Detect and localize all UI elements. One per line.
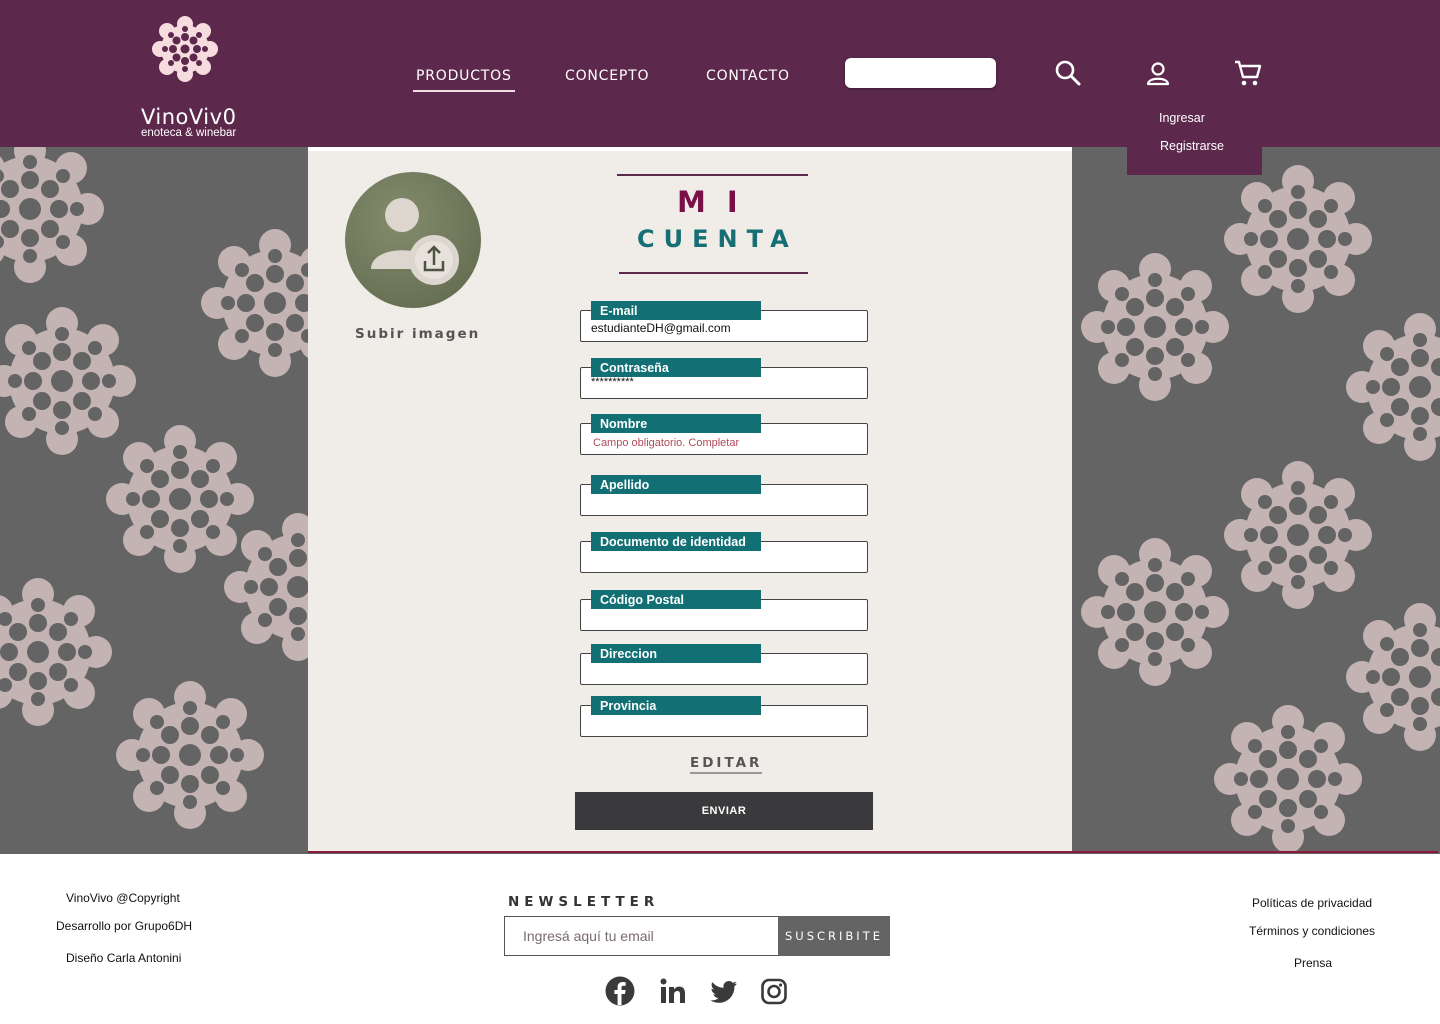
newsletter-email-input[interactable]: [504, 916, 780, 956]
nombre-label: Nombre: [591, 414, 761, 433]
documento-label: Documento de identidad: [591, 532, 761, 551]
user-dropdown-menu: Ingresar Registrarse: [1127, 100, 1262, 175]
email-label: E-mail: [591, 301, 761, 320]
nombre-field[interactable]: Nombre Campo obligatorio. Completar: [580, 414, 868, 455]
codigo-postal-field[interactable]: Código Postal: [580, 590, 868, 631]
title-top-line: [617, 174, 808, 176]
search-input[interactable]: [845, 58, 996, 88]
apellido-field[interactable]: Apellido: [580, 475, 868, 516]
password-value: **********: [591, 376, 634, 388]
submit-button[interactable]: ENVIAR: [575, 792, 873, 830]
apellido-label: Apellido: [591, 475, 761, 494]
account-card: Subir imagen MI CUENTA E-mail estudiante…: [308, 147, 1072, 852]
linkedin-icon[interactable]: [659, 976, 687, 1006]
site-footer: VinoVivo @Copyright Desarrollo por Grupo…: [0, 854, 1440, 1024]
twitter-icon[interactable]: [710, 976, 738, 1006]
direccion-field[interactable]: Direccion: [580, 644, 868, 685]
password-field[interactable]: Contraseña **********: [580, 358, 868, 399]
documento-field[interactable]: Documento de identidad: [580, 532, 868, 573]
nav-contacto[interactable]: CONTACTO: [706, 68, 790, 84]
edit-button[interactable]: EDITAR: [690, 755, 763, 774]
card-bottom-border: [308, 851, 1438, 853]
footer-copyright: VinoVivo @Copyright: [66, 891, 180, 905]
newsletter-title: NEWSLETTER: [508, 894, 660, 910]
nombre-error-message: Campo obligatorio. Completar: [593, 437, 740, 449]
footer-terms-link[interactable]: Términos y condiciones: [1249, 924, 1375, 938]
menu-item-registrarse[interactable]: Registrarse: [1160, 139, 1224, 153]
cart-icon[interactable]: [1233, 59, 1263, 87]
nav-productos[interactable]: PRODUCTOS: [413, 68, 515, 92]
facebook-icon[interactable]: [605, 976, 635, 1006]
site-logo[interactable]: VinoViv0 enoteca & winebar: [140, 16, 240, 139]
provincia-field[interactable]: Provincia: [580, 696, 868, 737]
direccion-label: Direccion: [591, 644, 761, 663]
email-field[interactable]: E-mail estudianteDH@gmail.com: [580, 301, 868, 342]
page-title-line2: CUENTA: [637, 225, 798, 253]
codigo-postal-label: Código Postal: [591, 590, 761, 609]
title-bottom-line: [619, 272, 808, 274]
page-title-line1: MI: [677, 185, 759, 219]
card-top-border: [308, 147, 1072, 151]
user-icon[interactable]: [1145, 60, 1171, 88]
instagram-icon[interactable]: [760, 976, 788, 1006]
password-label: Contraseña: [591, 358, 761, 377]
menu-item-ingresar[interactable]: Ingresar: [1159, 111, 1205, 125]
nav-concepto[interactable]: CONCEPTO: [565, 68, 649, 84]
user-upload-icon: [371, 198, 459, 285]
footer-press-link[interactable]: Prensa: [1294, 956, 1332, 970]
footer-developer-credit: Desarrollo por Grupo6DH: [56, 919, 193, 933]
logo-name: VinoViv0: [141, 105, 237, 129]
logo-flower-icon: [152, 16, 218, 82]
footer-design-credit: Diseño Carla Antonini: [66, 951, 182, 965]
search-icon[interactable]: [1054, 59, 1082, 87]
provincia-label: Provincia: [591, 696, 761, 715]
email-value: estudianteDH@gmail.com: [591, 321, 731, 335]
avatar-upload[interactable]: [345, 172, 481, 308]
footer-privacy-link[interactable]: Políticas de privacidad: [1252, 896, 1372, 910]
subscribe-button[interactable]: SUSCRIBITE: [778, 916, 890, 956]
upload-image-label[interactable]: Subir imagen: [355, 326, 480, 342]
logo-tagline: enoteca & winebar: [141, 127, 237, 139]
